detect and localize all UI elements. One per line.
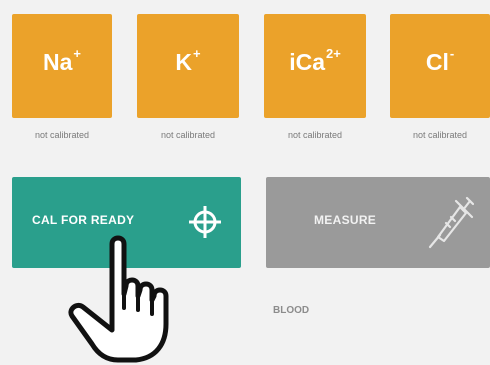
measure-button[interactable]: MEASURE	[266, 177, 490, 268]
tile-cl-symbol: Cl	[425, 48, 449, 75]
crosshair-icon	[189, 206, 221, 238]
tile-na-charge: +	[73, 45, 81, 61]
tile-na-label: Na +	[43, 45, 81, 76]
cal-for-ready-label: CAL FOR READY	[32, 213, 135, 227]
tile-k-status: not calibrated	[160, 130, 216, 140]
tile-ica-charge: 2+	[325, 45, 341, 61]
tile-k-symbol: K	[175, 48, 193, 75]
tile-k-label: K +	[175, 45, 201, 76]
tile-ica-label: iCa 2+	[289, 45, 341, 76]
tile-ica-symbol: iCa	[289, 48, 325, 75]
tile-na-symbol: Na	[43, 48, 73, 75]
tile-ica-status: not calibrated	[287, 130, 343, 140]
tile-na[interactable]: Na +	[12, 14, 112, 118]
hand-pointer-icon	[68, 235, 169, 363]
tile-ica[interactable]: iCa 2+	[264, 14, 366, 118]
tile-cl-charge: -	[449, 45, 455, 61]
tile-cl-status: not calibrated	[412, 130, 468, 140]
measure-label: MEASURE	[314, 213, 377, 227]
tile-k[interactable]: K +	[137, 14, 239, 118]
sample-type-value: BLOOD	[273, 305, 310, 316]
tile-cl-label: Cl -	[425, 45, 455, 76]
tile-cl[interactable]: Cl -	[390, 14, 490, 118]
syringe-icon	[428, 196, 474, 249]
tile-na-status: not calibrated	[34, 130, 90, 140]
tile-k-charge: +	[193, 45, 201, 61]
